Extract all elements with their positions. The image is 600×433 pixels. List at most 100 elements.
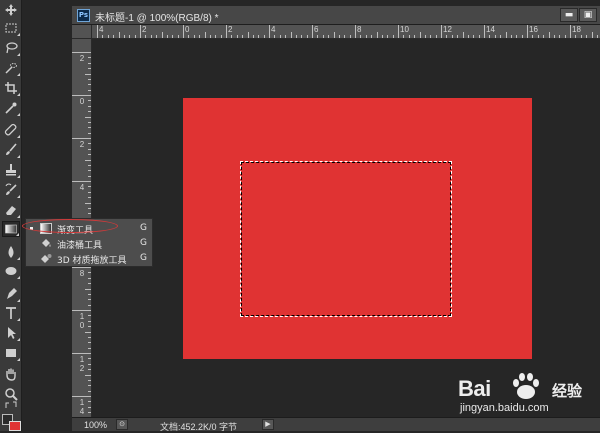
- ruler-label: 4: [99, 25, 104, 34]
- ruler-tick: [467, 35, 469, 38]
- eyedropper-tool-icon[interactable]: [2, 100, 20, 116]
- background-color-swatch[interactable]: [9, 421, 21, 431]
- status-menu-arrow-icon[interactable]: ▶: [262, 419, 274, 430]
- ruler-tick: [88, 401, 91, 403]
- ruler-tick: [88, 326, 91, 328]
- eraser-tool-icon[interactable]: [2, 202, 20, 218]
- ruler-tick: [381, 35, 383, 38]
- ruler-tick: [263, 35, 265, 38]
- dodge-tool-icon[interactable]: [2, 263, 20, 279]
- brush-tool-icon[interactable]: [2, 142, 20, 158]
- gradient-tool-flyout-menu: 渐变工具 G 油漆桶工具 G 3D 材质拖放工具 G: [25, 218, 153, 267]
- ruler-tick: [85, 331, 91, 333]
- ruler-tick: [88, 175, 91, 177]
- ruler-tick: [500, 35, 502, 38]
- history-brush-tool-icon[interactable]: [2, 182, 20, 198]
- ruler-tick: [269, 25, 270, 38]
- ruler-tick: [199, 35, 201, 38]
- type-tool-icon[interactable]: [2, 305, 20, 321]
- crop-tool-icon[interactable]: [2, 80, 20, 96]
- ruler-tick: [88, 390, 91, 392]
- horizontal-ruler[interactable]: 4 2 0 2 4 6 8 10 12 14 16 18: [92, 25, 600, 39]
- ruler-tick: [553, 35, 555, 38]
- ruler-tick: [575, 35, 577, 38]
- gradient-icon: [40, 223, 52, 234]
- ruler-tick: [408, 35, 410, 38]
- ruler-tick: [156, 35, 158, 38]
- ruler-tick: [88, 385, 91, 387]
- ruler-tick: [430, 35, 432, 38]
- ruler-tick: [285, 35, 287, 38]
- ruler-tick: [88, 84, 91, 86]
- ruler-label: 8: [79, 269, 85, 278]
- ruler-tick: [457, 35, 459, 38]
- ruler-tick: [586, 35, 588, 38]
- ruler-tick: [365, 35, 367, 38]
- ruler-tick: [140, 25, 141, 38]
- menu-item-gradient-tool[interactable]: 渐变工具 G: [26, 221, 152, 236]
- ruler-tick: [424, 35, 426, 38]
- status-info-icon[interactable]: ⊙: [116, 419, 128, 430]
- ruler-tick: [580, 35, 582, 38]
- document-title: 未标题-1 @ 100%(RGB/8) *: [95, 13, 219, 24]
- ruler-tick: [107, 35, 109, 38]
- ruler-tick: [88, 363, 91, 365]
- ruler-label: 2: [142, 25, 147, 34]
- pen-tool-icon[interactable]: [2, 286, 20, 302]
- ruler-label: 12: [443, 25, 452, 34]
- ruler-tick: [274, 35, 276, 38]
- ruler-tick: [290, 32, 292, 38]
- selection-marquee[interactable]: [240, 161, 452, 317]
- ruler-tick: [193, 35, 195, 38]
- ruler-tick: [72, 310, 91, 311]
- marquee-tool-icon[interactable]: [2, 20, 20, 36]
- blur-tool-icon[interactable]: [2, 244, 20, 260]
- minimize-button[interactable]: ▬: [560, 8, 578, 22]
- ruler-tick: [88, 283, 91, 285]
- ruler-label: 18: [572, 25, 581, 34]
- ruler-tick: [478, 35, 480, 38]
- ruler-tick: [392, 35, 394, 38]
- ruler-tick: [88, 320, 91, 322]
- paint-bucket-icon: [40, 238, 52, 249]
- ruler-origin[interactable]: [72, 25, 92, 39]
- ruler-tick: [88, 57, 91, 59]
- document-canvas[interactable]: [183, 98, 532, 359]
- rectangle-tool-icon[interactable]: [2, 345, 20, 361]
- ruler-tick: [527, 25, 528, 38]
- ruler-tick: [312, 25, 313, 38]
- menu-item-label: 油漆桶工具: [57, 241, 103, 251]
- quick-selection-tool-icon[interactable]: [2, 60, 20, 76]
- clone-stamp-tool-icon[interactable]: [2, 162, 20, 178]
- zoom-level[interactable]: 100%: [84, 420, 107, 430]
- path-selection-tool-icon[interactable]: [2, 325, 20, 341]
- photoshop-icon: Ps: [77, 9, 90, 22]
- menu-item-3d-material-drop-tool[interactable]: 3D 材质拖放工具 G: [26, 251, 152, 266]
- ruler-tick: [441, 25, 442, 38]
- ruler-tick: [88, 293, 91, 295]
- lasso-tool-icon[interactable]: [2, 40, 20, 56]
- ruler-tick: [88, 369, 91, 371]
- move-tool-icon[interactable]: [2, 2, 20, 18]
- ruler-tick: [72, 181, 91, 182]
- ruler-tick: [88, 105, 91, 107]
- ruler-tick: [102, 35, 104, 38]
- ruler-tick: [532, 35, 534, 38]
- ruler-tick: [85, 73, 91, 75]
- menu-item-paint-bucket-tool[interactable]: 油漆桶工具 G: [26, 236, 152, 251]
- ruler-tick: [349, 35, 351, 38]
- ruler-tick: [220, 35, 222, 38]
- ruler-tick: [145, 35, 147, 38]
- ruler-tick: [376, 32, 378, 38]
- ruler-label: 2: [79, 54, 85, 63]
- maximize-button[interactable]: ▣: [579, 8, 597, 22]
- healing-brush-tool-icon[interactable]: [2, 122, 20, 138]
- hand-tool-icon[interactable]: [2, 366, 20, 382]
- document-tab[interactable]: Ps 未标题-1 @ 100%(RGB/8) * ▬ ▣: [72, 6, 600, 25]
- swap-colors-icon[interactable]: [2, 400, 20, 410]
- canvas-area[interactable]: [92, 39, 600, 417]
- ruler-tick: [161, 32, 163, 38]
- ruler-tick: [559, 35, 561, 38]
- gradient-tool-icon[interactable]: [2, 221, 20, 237]
- ruler-label: 6: [314, 25, 319, 34]
